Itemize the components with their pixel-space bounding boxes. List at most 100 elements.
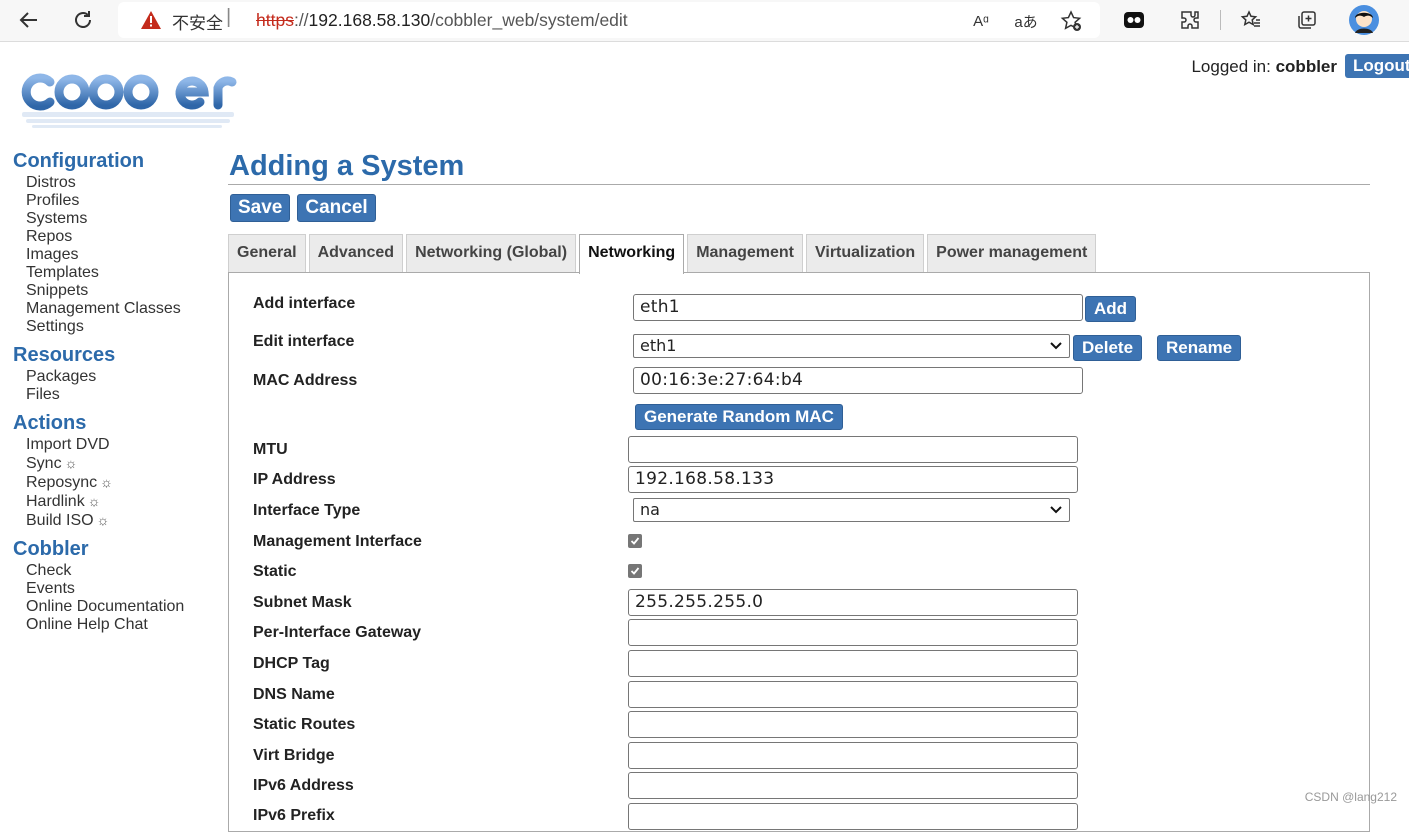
tab-advanced[interactable]: Advanced [308,234,404,272]
checkmark-icon [630,567,640,575]
sidebar-item-online-help-chat[interactable]: Online Help Chat [26,616,223,634]
sidebar-item-distros[interactable]: Distros [26,174,223,192]
chevron-down-icon [1049,337,1063,357]
cancel-button[interactable]: Cancel [297,194,376,222]
save-button[interactable]: Save [230,194,291,222]
sidebar-item-files[interactable]: Files [26,386,223,404]
sidebar-item-management-classes[interactable]: Management Classes [26,300,223,318]
static-label: Static [253,563,297,580]
form-actions: Save Cancel [230,194,383,222]
subnet-mask-input[interactable]: 255.255.255.0 [628,589,1078,616]
ip-address-label: IP Address [253,471,336,488]
login-status: Logged in: cobbler [1191,57,1337,77]
add-interface-label: Add interface [253,295,356,312]
translate-icon[interactable]: aあ [1013,8,1039,34]
sidebar-heading-cobbler: Cobbler [13,538,89,560]
dns-name-input[interactable] [628,681,1078,708]
interface-type-label: Interface Type [253,502,361,519]
ipv6-address-input[interactable] [628,772,1078,799]
sidebar-list-resources: Packages Files [13,368,223,404]
tab-networking-global[interactable]: Networking (Global) [406,234,577,272]
add-interface-button[interactable]: Add [1085,296,1137,322]
virt-bridge-input[interactable] [628,742,1078,769]
checkmark-icon [630,537,640,545]
sidebar-item-hardlink-label: Hardlink [26,493,85,510]
sidebar-item-hardlink[interactable]: Hardlink ☼ [26,492,223,511]
sidebar-item-systems[interactable]: Systems [26,210,223,228]
collections-icon[interactable] [1293,6,1321,34]
mac-address-input[interactable]: 00:16:3e:27:64:b4 [633,367,1083,394]
static-checkbox[interactable] [628,564,642,578]
translate-label: aあ [1014,13,1038,31]
refresh-icon[interactable] [68,6,98,34]
favorites-icon[interactable] [1237,6,1265,34]
url-text: https://192.168.58.130/cobbler_web/syste… [256,10,628,31]
delete-interface-button[interactable]: Delete [1073,335,1143,361]
extensions-icon[interactable] [1176,6,1204,34]
sun-icon: ☼ [64,455,78,471]
insecure-label: 不安全 [172,14,223,34]
add-interface-input[interactable]: eth1 [633,294,1083,321]
sidebar-item-build-iso[interactable]: Build ISO ☼ [26,511,223,530]
sidebar-item-check[interactable]: Check [26,562,223,580]
interface-type-select[interactable]: na [633,498,1070,522]
chevron-down-icon [1049,501,1063,521]
url-scheme: https [256,10,294,30]
tab-virtualization[interactable]: Virtualization [805,234,925,272]
sidebar-item-reposync-label: Reposync [26,474,98,491]
generate-mac-button[interactable]: Generate Random MAC [635,404,843,430]
sun-icon: ☼ [87,493,101,509]
cobbler-logo[interactable] [14,52,239,134]
sidebar-item-repos[interactable]: Repos [26,228,223,246]
tab-networking[interactable]: Networking [579,234,685,274]
sidebar-item-events[interactable]: Events [26,580,223,598]
address-bar[interactable]: 不安全 | https://192.168.58.130/cobbler_web… [118,2,1100,38]
rename-interface-button[interactable]: Rename [1157,335,1242,361]
gateway-input[interactable] [628,619,1078,646]
tab-general[interactable]: General [228,234,306,272]
toolbar-divider [1220,10,1221,30]
interface-type-value: na [640,500,660,519]
sidebar-item-settings[interactable]: Settings [26,318,223,336]
sidebar-item-import-dvd[interactable]: Import DVD [26,436,223,454]
sun-icon: ☼ [96,512,110,528]
logged-in-label: Logged in: [1191,57,1271,76]
sidebar-item-sync[interactable]: Sync ☼ [26,454,223,473]
management-interface-checkbox[interactable] [628,534,642,548]
sidebar-item-images[interactable]: Images [26,246,223,264]
logout-button[interactable]: Logout [1345,54,1409,78]
networking-panel: Add interface eth1 Add Edit interface et… [228,272,1370,832]
dhcp-tag-input[interactable] [628,650,1078,677]
mtu-input[interactable] [628,436,1078,463]
back-icon[interactable] [14,6,44,34]
sidebar-item-reposync[interactable]: Reposync ☼ [26,473,223,492]
watermark: CSDN @lang212 [1304,790,1397,804]
sidebar-list-cobbler: Check Events Online Documentation Online… [13,562,223,634]
gateway-label: Per-Interface Gateway [253,624,422,641]
sidebar-item-templates[interactable]: Templates [26,264,223,282]
static-routes-input[interactable] [628,711,1078,738]
tab-power-management[interactable]: Power management [927,234,1097,272]
sidebar-item-snippets[interactable]: Snippets [26,282,223,300]
sidebar-item-sync-label: Sync [26,455,62,472]
management-interface-label: Management Interface [253,533,422,550]
add-favorite-icon[interactable] [1058,8,1084,34]
address-separator: | [226,6,232,28]
static-routes-label: Static Routes [253,716,356,733]
read-aloud-icon[interactable]: Aᵅ [968,8,994,34]
ipv6-prefix-input[interactable] [628,803,1078,830]
url-path: /cobbler_web/system/edit [430,10,628,30]
ip-address-input[interactable]: 192.168.58.133 [628,466,1078,493]
profile-avatar-icon[interactable] [1348,4,1380,36]
ipv6-address-label: IPv6 Address [253,777,354,794]
sidebar-item-packages[interactable]: Packages [26,368,223,386]
sidebar-list-actions: Import DVD Sync ☼ Reposync ☼ Hardlink ☼ Bui… [13,436,223,530]
subnet-mask-label: Subnet Mask [253,594,352,611]
url-host: 192.168.58.130 [308,10,431,30]
extension-app-icon[interactable] [1120,6,1148,34]
tab-management[interactable]: Management [687,234,803,272]
sidebar-item-online-documentation[interactable]: Online Documentation [26,598,223,616]
sidebar-item-profiles[interactable]: Profiles [26,192,223,210]
sidebar-nav: Configuration Distros Profiles Systems R… [13,148,223,640]
edit-interface-select[interactable]: eth1 [633,334,1070,358]
